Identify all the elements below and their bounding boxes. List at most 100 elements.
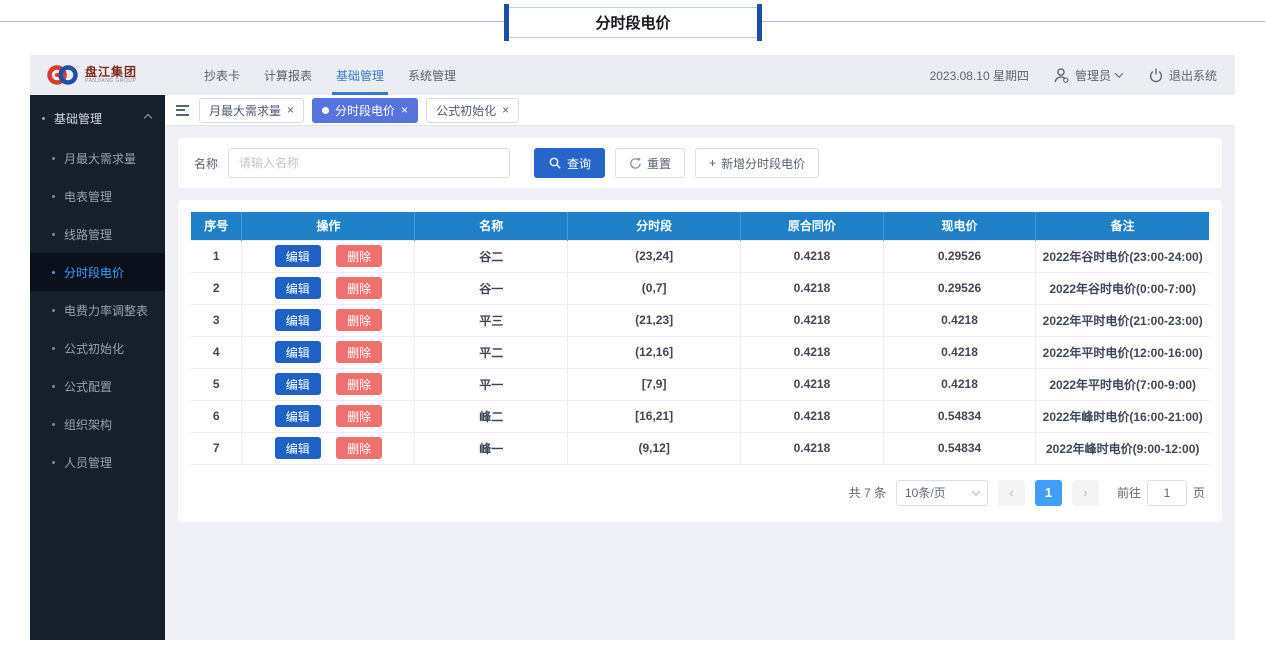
cell-remark: 2022年峰时电价(9:00-12:00) <box>1036 432 1209 464</box>
cell-contract-price: 0.4218 <box>741 240 884 272</box>
search-panel: 名称 查询 <box>178 138 1222 188</box>
chevron-down-icon <box>972 487 980 495</box>
close-icon[interactable]: × <box>287 104 294 116</box>
goto-label: 前往 <box>1117 484 1141 501</box>
refresh-icon <box>629 157 642 170</box>
close-icon[interactable]: × <box>401 104 408 116</box>
sidebar-item-personnel-mgmt[interactable]: 人员管理 <box>30 443 165 481</box>
cell-actions: 编辑 删除 <box>242 336 415 368</box>
cell-remark: 2022年谷时电价(0:00-7:00) <box>1036 272 1209 304</box>
cell-period: [7,9] <box>568 368 741 400</box>
tab-tou-price[interactable]: 分时段电价 × <box>312 98 418 123</box>
reset-button[interactable]: 重置 <box>615 148 685 178</box>
sidebar-item-tou-price[interactable]: 分时段电价 <box>30 253 165 291</box>
cell-actions: 编辑 删除 <box>242 304 415 336</box>
delete-button[interactable]: 删除 <box>336 405 382 427</box>
delete-button[interactable]: 删除 <box>336 437 382 459</box>
prev-page-button[interactable]: ‹ <box>998 480 1025 506</box>
cell-actions: 编辑 删除 <box>242 400 415 432</box>
add-tou-price-button[interactable]: + 新增分时段电价 <box>695 148 819 178</box>
page-unit-label: 页 <box>1193 484 1205 501</box>
cell-current-price: 0.29526 <box>883 240 1036 272</box>
next-page-button[interactable]: › <box>1072 480 1099 506</box>
page-title: 分时段电价 <box>505 7 761 38</box>
sidebar-group-basic-mgmt[interactable]: 基础管理 <box>30 97 165 139</box>
header-right: 2023.08.10 星期四 管理员 退出系统 <box>930 67 1235 84</box>
main-area: 月最大需求量 × 分时段电价 × 公式初始化 × <box>165 95 1235 640</box>
sidebar-item-meter-mgmt[interactable]: 电表管理 <box>30 177 165 215</box>
cell-actions: 编辑 删除 <box>242 240 415 272</box>
sidebar-item-monthly-max-demand[interactable]: 月最大需求量 <box>30 139 165 177</box>
goto-page: 前往 页 <box>1117 480 1205 506</box>
sidebar-item-org-structure[interactable]: 组织架构 <box>30 405 165 443</box>
tab-label: 分时段电价 <box>335 102 395 119</box>
edit-button[interactable]: 编辑 <box>275 309 321 331</box>
edit-button[interactable]: 编辑 <box>275 245 321 267</box>
col-name: 名称 <box>415 212 568 240</box>
col-remark: 备注 <box>1036 212 1209 240</box>
tab-label: 月最大需求量 <box>209 102 281 119</box>
cell-remark: 2022年平时电价(21:00-23:00) <box>1036 304 1209 336</box>
app-window: 盘江集团 PANJIANG GROUP 抄表卡 计算报表 基础管理 系统管理 2… <box>30 55 1235 640</box>
sidebar-item-power-factor-table[interactable]: 电费力率调整表 <box>30 291 165 329</box>
tab-monthly-max-demand[interactable]: 月最大需求量 × <box>199 98 304 123</box>
edit-button[interactable]: 编辑 <box>275 277 321 299</box>
cell-contract-price: 0.4218 <box>741 432 884 464</box>
edit-button[interactable]: 编辑 <box>275 373 321 395</box>
cell-seq: 5 <box>191 368 242 400</box>
cell-name: 平二 <box>415 336 568 368</box>
col-actions: 操作 <box>242 212 415 240</box>
table-panel: 序号 操作 名称 分时段 原合同价 现电价 备注 <box>178 200 1222 522</box>
delete-button[interactable]: 删除 <box>336 309 382 331</box>
tou-price-table: 序号 操作 名称 分时段 原合同价 现电价 备注 <box>191 212 1209 465</box>
page-size-value: 10条/页 <box>905 484 946 501</box>
search-icon <box>548 156 562 170</box>
col-seq: 序号 <box>191 212 242 240</box>
chevron-up-icon <box>144 114 152 122</box>
delete-button[interactable]: 删除 <box>336 341 382 363</box>
cell-seq: 1 <box>191 240 242 272</box>
company-logo: 盘江集团 PANJIANG GROUP <box>30 62 178 88</box>
user-menu[interactable]: 管理员 <box>1053 67 1122 84</box>
table-row: 7 编辑 删除 峰一 (9,12] 0.4218 0.54834 2022年峰时… <box>191 432 1209 464</box>
nav-item-system-mgmt[interactable]: 系统管理 <box>396 55 468 95</box>
close-icon[interactable]: × <box>502 104 509 116</box>
col-current-price: 现电价 <box>883 212 1036 240</box>
delete-button[interactable]: 删除 <box>336 245 382 267</box>
total-count: 共 7 条 <box>849 484 886 501</box>
app-header: 盘江集团 PANJIANG GROUP 抄表卡 计算报表 基础管理 系统管理 2… <box>30 55 1235 95</box>
page-size-select[interactable]: 10条/页 <box>896 480 988 506</box>
nav-item-calc-report[interactable]: 计算报表 <box>252 55 324 95</box>
table-row: 3 编辑 删除 平三 (21,23] 0.4218 0.4218 2022年平时… <box>191 304 1209 336</box>
edit-button[interactable]: 编辑 <box>275 437 321 459</box>
edit-button[interactable]: 编辑 <box>275 341 321 363</box>
cell-actions: 编辑 删除 <box>242 432 415 464</box>
nav-item-meter-card[interactable]: 抄表卡 <box>192 55 252 95</box>
tab-label: 公式初始化 <box>436 102 496 119</box>
delete-button[interactable]: 删除 <box>336 373 382 395</box>
name-input[interactable] <box>228 148 510 178</box>
tab-formula-init[interactable]: 公式初始化 × <box>426 98 519 123</box>
goto-page-input[interactable] <box>1147 480 1187 506</box>
col-period: 分时段 <box>568 212 741 240</box>
sidebar-item-formula-config[interactable]: 公式配置 <box>30 367 165 405</box>
logo-text: 盘江集团 PANJIANG GROUP <box>85 66 137 85</box>
cell-contract-price: 0.4218 <box>741 400 884 432</box>
plus-icon: + <box>709 156 716 170</box>
cell-name: 峰一 <box>415 432 568 464</box>
delete-button[interactable]: 删除 <box>336 277 382 299</box>
sidebar-item-line-mgmt[interactable]: 线路管理 <box>30 215 165 253</box>
cell-actions: 编辑 删除 <box>242 272 415 304</box>
edit-button[interactable]: 编辑 <box>275 405 321 427</box>
cell-seq: 7 <box>191 432 242 464</box>
logout-button[interactable]: 退出系统 <box>1148 67 1217 84</box>
current-page-button[interactable]: 1 <box>1035 480 1062 506</box>
cell-current-price: 0.54834 <box>883 400 1036 432</box>
sidebar-item-formula-init[interactable]: 公式初始化 <box>30 329 165 367</box>
query-button[interactable]: 查询 <box>534 148 605 178</box>
cell-current-price: 0.4218 <box>883 336 1036 368</box>
cell-name: 平一 <box>415 368 568 400</box>
nav-item-basic-mgmt[interactable]: 基础管理 <box>324 55 396 95</box>
collapse-sidebar-icon[interactable] <box>176 105 189 116</box>
cell-current-price: 0.4218 <box>883 304 1036 336</box>
